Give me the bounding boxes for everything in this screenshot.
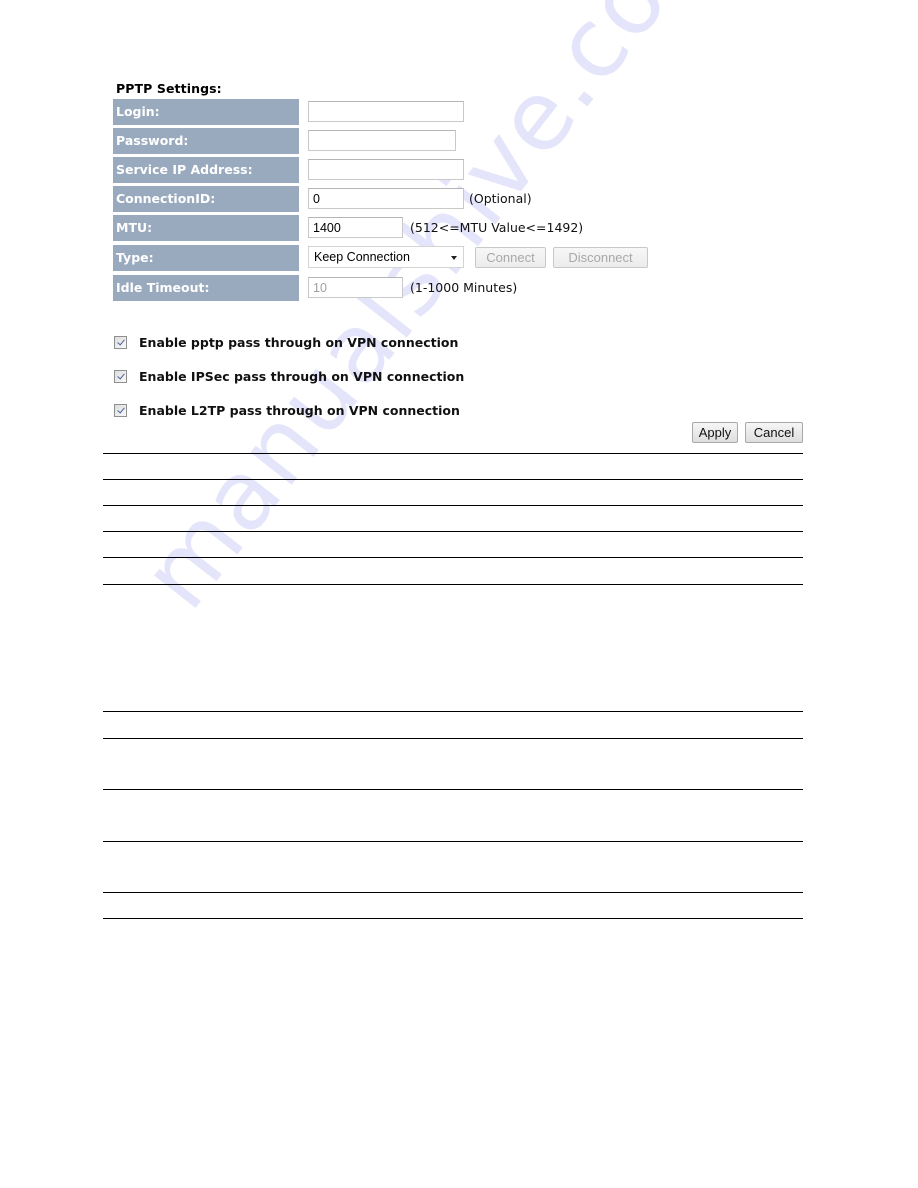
l2tp-passthrough-checkbox[interactable] — [114, 404, 127, 417]
divider-line — [103, 531, 803, 532]
divider-line — [103, 711, 803, 712]
section-title: PPTP Settings: — [116, 81, 222, 96]
divider-line — [103, 453, 803, 454]
login-row: Login: — [113, 99, 813, 125]
cancel-button[interactable]: Cancel — [745, 422, 803, 443]
connect-button[interactable]: Connect — [475, 247, 546, 268]
divider-line — [103, 841, 803, 842]
mtu-label: MTU: — [113, 215, 299, 241]
connection-id-row: ConnectionID: (Optional) — [113, 186, 813, 212]
chevron-down-icon — [451, 256, 457, 260]
divider-line — [103, 892, 803, 893]
password-label: Password: — [113, 128, 299, 154]
service-ip-row: Service IP Address: — [113, 157, 813, 183]
login-label: Login: — [113, 99, 299, 125]
idle-timeout-label: Idle Timeout: — [113, 275, 299, 301]
divider-line — [103, 789, 803, 790]
service-ip-label: Service IP Address: — [113, 157, 299, 183]
idle-timeout-hint: (1-1000 Minutes) — [410, 280, 518, 295]
divider-line — [103, 584, 803, 585]
mtu-input[interactable] — [308, 217, 403, 238]
apply-button[interactable]: Apply — [692, 422, 738, 443]
mtu-row: MTU: (512<=MTU Value<=1492) — [113, 215, 813, 241]
divider-line — [103, 505, 803, 506]
type-label: Type: — [113, 245, 299, 271]
idle-timeout-input[interactable] — [308, 277, 403, 298]
mtu-hint: (512<=MTU Value<=1492) — [410, 220, 584, 235]
l2tp-passthrough-label: Enable L2TP pass through on VPN connecti… — [139, 403, 460, 418]
divider-line — [103, 738, 803, 739]
divider-line — [103, 479, 803, 480]
type-row: Type: Keep Connection Connect Disconnect — [113, 245, 813, 271]
disconnect-button[interactable]: Disconnect — [553, 247, 648, 268]
password-input[interactable] — [308, 130, 456, 151]
divider-line — [103, 918, 803, 919]
ipsec-passthrough-label: Enable IPSec pass through on VPN connect… — [139, 369, 465, 384]
ipsec-passthrough-checkbox[interactable] — [114, 370, 127, 383]
connection-id-hint: (Optional) — [469, 191, 532, 206]
divider-line — [103, 557, 803, 558]
idle-timeout-row: Idle Timeout: (1-1000 Minutes) — [113, 275, 813, 301]
password-row: Password: — [113, 128, 813, 154]
connection-id-label: ConnectionID: — [113, 186, 299, 212]
connection-type-value: Keep Connection — [314, 250, 410, 264]
pptp-passthrough-checkbox[interactable] — [114, 336, 127, 349]
login-input[interactable] — [308, 101, 464, 122]
connection-id-input[interactable] — [308, 188, 464, 209]
pptp-passthrough-label: Enable pptp pass through on VPN connecti… — [139, 335, 459, 350]
connection-type-select[interactable]: Keep Connection — [308, 246, 464, 268]
service-ip-input[interactable] — [308, 159, 464, 180]
